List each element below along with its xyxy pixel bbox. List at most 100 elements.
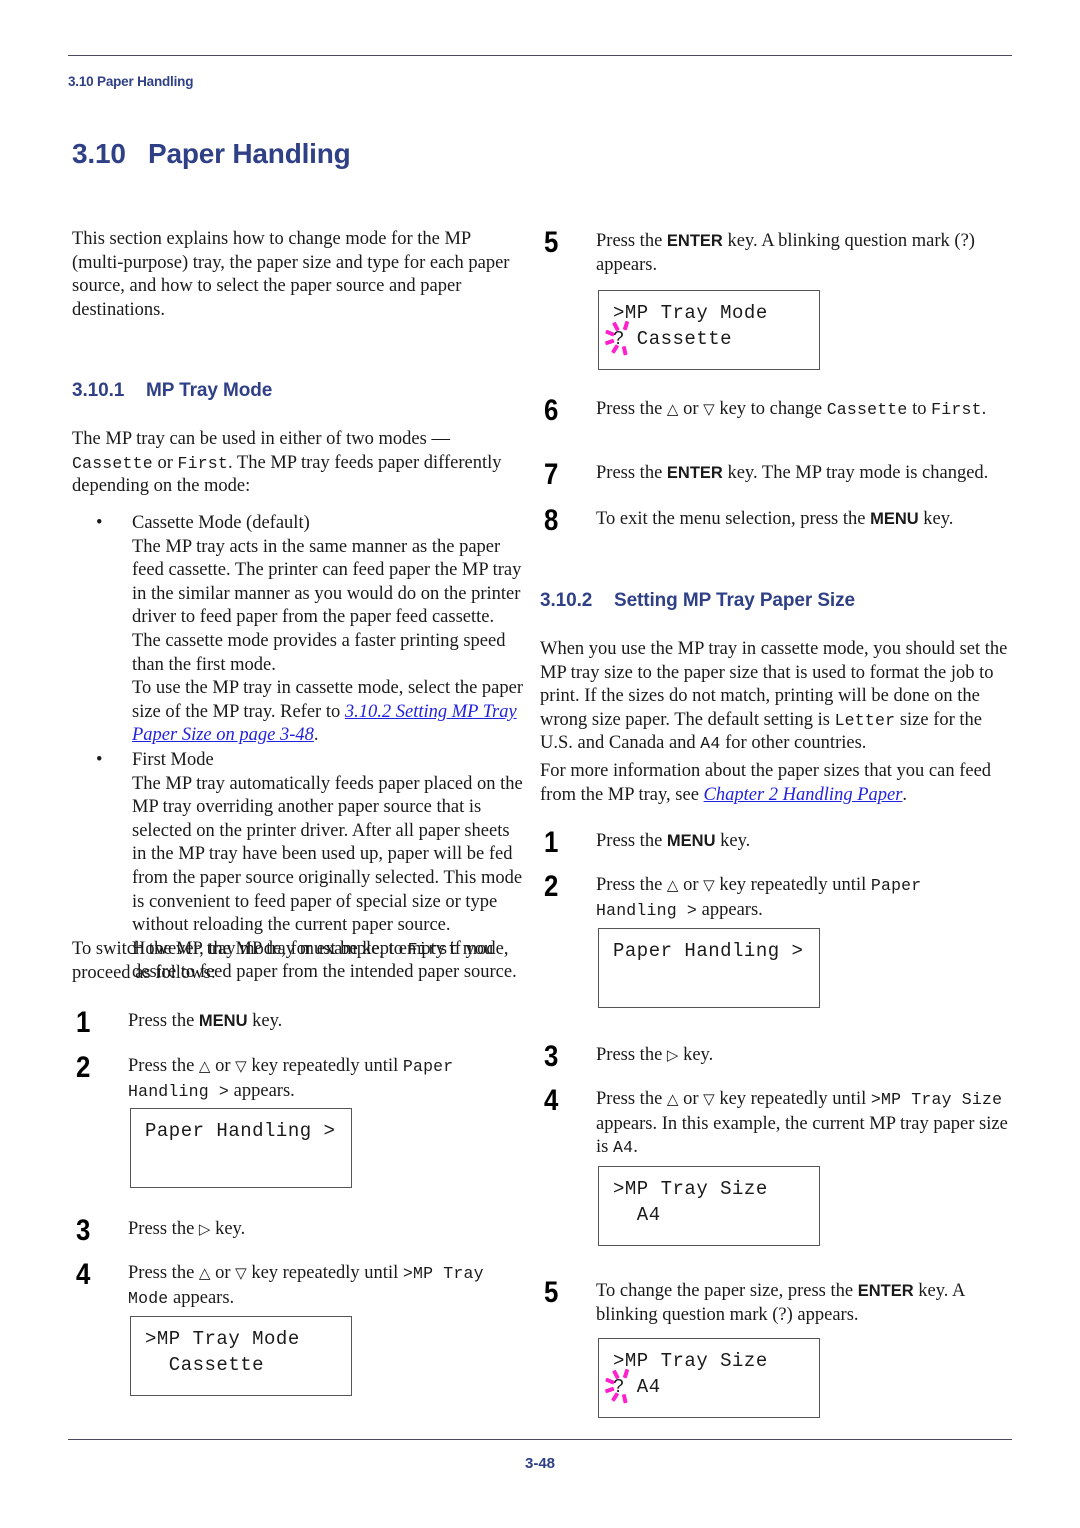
step-text-c: appears. — [168, 1287, 235, 1308]
lcd-line-2: Cassette — [145, 1354, 265, 1376]
down-arrow-key-icon — [703, 875, 715, 895]
step-number: 4 — [76, 1258, 91, 1291]
step-text-a: Press the — [596, 875, 667, 895]
lcd-panel-paper-handling-2: Paper Handling > — [598, 928, 820, 1008]
step-number: 3 — [544, 1040, 559, 1073]
step-3-left: 3 Press the key. — [72, 1214, 524, 1247]
step-text-a: Press the — [128, 1263, 199, 1283]
step-1-left: 1 Press the MENU key. — [72, 1006, 524, 1039]
lcd-line-2: A4 — [613, 1204, 661, 1226]
step-number: 2 — [76, 1051, 91, 1084]
step-4-left: 4 Press the or key repeatedly until >MP … — [72, 1258, 524, 1310]
up-arrow-key-icon — [667, 399, 679, 419]
key-menu: MENU — [666, 832, 716, 850]
subsection-1-number: 3.10.1 — [72, 380, 125, 401]
down-arrow-key-icon — [235, 1263, 247, 1283]
cassette-mode-paragraph-1: The MP tray acts in the same manner as t… — [132, 536, 522, 675]
size-a4-literal: A4 — [700, 734, 721, 754]
step-text: Press the or key to change Cassette to F… — [596, 399, 986, 419]
step-text-b: key repeatedly until — [246, 1056, 403, 1076]
document-page: 3.10 Paper Handling 3.10 Paper Handling T… — [0, 0, 1080, 1528]
step-text-a: Press the — [128, 1219, 199, 1239]
lcd-line-2: ? Cassette — [613, 328, 733, 350]
step-4-right: 4 Press the or key repeatedly until >MP … — [540, 1084, 1012, 1160]
bullet-title-cassette: Cassette Mode (default) — [132, 513, 310, 533]
header-rule — [68, 55, 1012, 56]
switch-lead: To switch the MP tray mode, for example,… — [72, 939, 408, 959]
mode-first-literal: First — [177, 453, 229, 473]
lcd-panel-paper-handling: Paper Handling > — [130, 1108, 352, 1188]
page-title: 3.10 Paper Handling — [72, 138, 351, 170]
subsection-1-title: MP Tray Mode — [146, 380, 273, 401]
mode-bullet-list: • Cassette Mode (default) The MP tray ac… — [72, 512, 524, 985]
lcd-panel-mp-tray-size: >MP Tray Size A4 — [598, 1166, 820, 1246]
subsection-1-heading: 3.10.1 MP Tray Mode — [72, 380, 272, 402]
step-number: 6 — [544, 394, 559, 427]
step-text-mid: or — [210, 1056, 236, 1076]
step-2-left: 2 Press the or key repeatedly until Pape… — [72, 1051, 524, 1103]
section-number: 3.10 — [72, 138, 126, 169]
footer-rule — [68, 1439, 1012, 1440]
step-text-b: key. — [715, 831, 751, 851]
lcd-panel-mp-tray-mode: >MP Tray Mode Cassette — [130, 1316, 352, 1396]
step-text-b: key. — [918, 509, 954, 529]
cross-reference-link-chapter-2[interactable]: Chapter 2 Handling Paper — [704, 785, 903, 805]
lcd-line-1: >MP Tray Mode — [145, 1328, 300, 1350]
step-text-a: Press the — [596, 831, 667, 851]
bullet-icon: • — [96, 749, 103, 770]
step-text-a: Press the — [596, 399, 667, 419]
mode-cassette-literal: Cassette — [72, 453, 153, 473]
cassette-mode-paragraph-2: To use the MP tray in cassette mode, sel… — [132, 677, 524, 748]
subsection-2-title: Setting MP Tray Paper Size — [614, 590, 855, 611]
step-1-right: 1 Press the MENU key. — [540, 826, 1012, 859]
section-title: Paper Handling — [148, 138, 351, 169]
step-text-c: appears. In this example, the current MP… — [596, 1113, 1008, 1158]
para2-tail: . — [902, 784, 908, 805]
step-8: 8 To exit the menu selection, press the … — [540, 504, 1012, 537]
step-7: 7 Press the ENTER key. The MP tray mode … — [540, 458, 1012, 491]
size-letter-literal: Letter — [834, 710, 896, 730]
step-text: Press the or key repeatedly until Paper … — [128, 1056, 453, 1101]
step-5-left-continued: 5 Press the ENTER key. A blinking questi… — [540, 226, 1012, 277]
mode-cassette-literal: Cassette — [826, 400, 908, 419]
step-text-a: Press the — [596, 1045, 667, 1065]
section-intro: This section explains how to change mode… — [72, 229, 510, 320]
step-text-a: Press the — [596, 463, 667, 483]
step-text: Press the ENTER key. The MP tray mode is… — [596, 463, 988, 483]
step-text-b: key. The MP tray mode is changed. — [722, 463, 989, 483]
subsection-2-paragraph-1: When you use the MP tray in cassette mod… — [540, 638, 1010, 756]
step-text: Press the MENU key. — [128, 1011, 282, 1031]
step-text-c: to — [907, 399, 932, 419]
step-text-a: Press the — [128, 1011, 199, 1031]
up-arrow-key-icon — [667, 875, 679, 895]
up-arrow-key-icon — [667, 1089, 679, 1109]
step-number: 4 — [544, 1084, 559, 1117]
key-enter: ENTER — [666, 232, 723, 250]
step-number: 1 — [544, 826, 559, 859]
step-text-c: appears. — [229, 1080, 295, 1101]
step-6: 6 Press the or key to change Cassette to… — [540, 394, 1012, 427]
para1-part-c: for other countries. — [720, 733, 867, 754]
step-text-mid: or — [678, 875, 704, 895]
step-text-mid: or — [678, 1089, 704, 1109]
step-text-b: key repeatedly until — [714, 1089, 871, 1109]
step-text: Press the ENTER key. A blinking question… — [596, 231, 975, 275]
step-number: 7 — [544, 458, 559, 491]
step-text-a: To exit the menu selection, press the — [596, 509, 871, 529]
step-text: To change the paper size, press the ENTE… — [596, 1281, 964, 1325]
list-item: • Cassette Mode (default) The MP tray ac… — [72, 512, 524, 748]
step-text: Press the MENU key. — [596, 831, 750, 851]
lcd-panel-mp-tray-size-blinking: >MP Tray Size ? A4 — [598, 1338, 820, 1418]
right-arrow-key-icon — [199, 1219, 211, 1239]
step-text-b: key to change — [714, 399, 827, 419]
step-text-b: key repeatedly until — [246, 1263, 403, 1283]
step-text: Press the or key repeatedly until >MP Tr… — [128, 1263, 484, 1308]
lcd-line-1: Paper Handling > — [613, 940, 804, 962]
step-text: Press the key. — [128, 1219, 245, 1239]
lcd-line-2: ? A4 — [613, 1376, 661, 1398]
step-text: Press the key. — [596, 1045, 713, 1065]
step-text-a: Press the — [596, 1089, 667, 1109]
step-number: 3 — [76, 1214, 91, 1247]
step-number: 1 — [76, 1006, 91, 1039]
subsection-2-number: 3.10.2 — [540, 590, 593, 611]
